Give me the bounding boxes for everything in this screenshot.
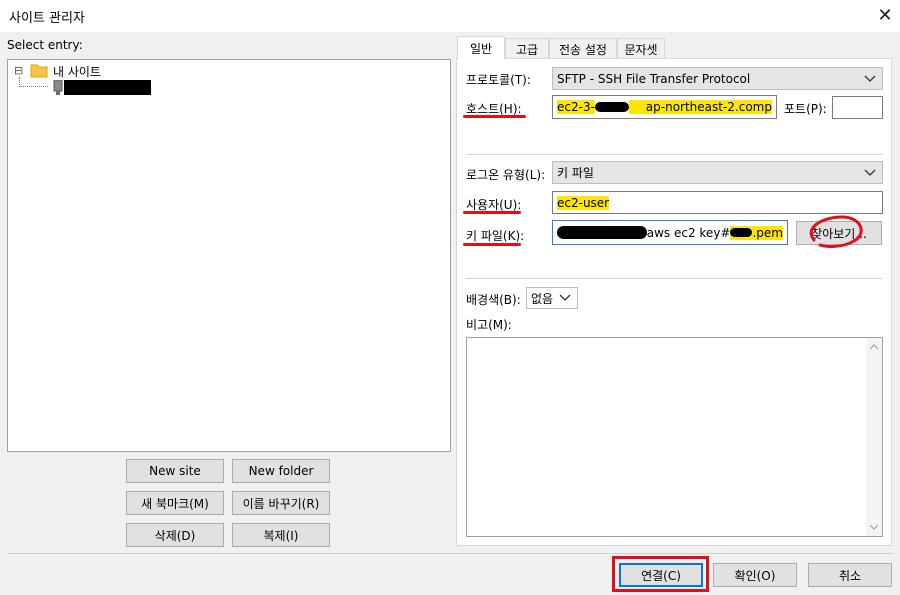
tab-general[interactable]: 일반 bbox=[457, 36, 505, 60]
new-site-button[interactable]: New site bbox=[126, 459, 224, 483]
keyfile-redacted-name bbox=[730, 228, 753, 237]
keyfile-highlight: .pem bbox=[730, 225, 783, 240]
user-input[interactable]: ec2-user bbox=[552, 191, 883, 214]
host-value-suffix: ap-northeast-2.comp bbox=[645, 100, 772, 114]
chevron-down-icon bbox=[559, 294, 571, 301]
annotation-underline bbox=[463, 211, 521, 214]
annotation-underline bbox=[463, 115, 526, 118]
logon-type-value: 키 파일 bbox=[557, 166, 594, 180]
footer-separator bbox=[7, 553, 893, 554]
cancel-button[interactable]: 취소 bbox=[808, 563, 892, 587]
tab-charset[interactable]: 문자셋 bbox=[617, 38, 665, 59]
tree-line bbox=[20, 86, 48, 87]
port-input[interactable] bbox=[832, 96, 883, 119]
collapse-icon[interactable]: ⊟ bbox=[14, 64, 23, 77]
comments-label: 비고(M): bbox=[466, 318, 512, 332]
tab-advanced[interactable]: 고급 bbox=[505, 38, 549, 59]
server-icon bbox=[53, 80, 63, 95]
host-redacted bbox=[594, 102, 629, 112]
title-bar bbox=[0, 0, 900, 32]
tab-transfer-settings[interactable]: 전송 설정 bbox=[549, 38, 617, 59]
keyfile-input[interactable]: aws ec2 key# .pem bbox=[552, 220, 788, 245]
close-icon[interactable]: ✕ bbox=[872, 3, 898, 29]
separator bbox=[466, 278, 882, 279]
new-folder-button[interactable]: New folder bbox=[232, 459, 330, 483]
comments-textarea[interactable] bbox=[466, 337, 883, 537]
annotation-circle bbox=[809, 215, 863, 248]
delete-button[interactable]: 삭제(D) bbox=[126, 523, 224, 547]
bgcolor-value: 없음 bbox=[531, 291, 554, 306]
bgcolor-select[interactable]: 없음 bbox=[526, 287, 578, 309]
keyfile-value-ext: .pem bbox=[752, 225, 783, 240]
host-input[interactable]: ec2-3- ap-northeast-2.comp bbox=[552, 95, 777, 119]
keyfile-label: 키 파일(K): bbox=[466, 229, 525, 243]
protocol-label: 프로토콜(T): bbox=[466, 73, 531, 87]
tree-site-redacted[interactable] bbox=[64, 80, 151, 95]
scroll-up-icon[interactable] bbox=[870, 344, 878, 350]
keyfile-redacted-path bbox=[557, 226, 647, 239]
scrollbar[interactable] bbox=[866, 338, 882, 536]
folder-icon bbox=[30, 64, 48, 78]
port-label: 포트(P): bbox=[784, 102, 827, 116]
tree-folder-my-sites[interactable]: 내 사이트 bbox=[53, 63, 101, 80]
annotation-underline bbox=[463, 243, 521, 246]
separator bbox=[466, 154, 882, 155]
select-entry-label: Select entry: bbox=[7, 38, 83, 52]
ok-button[interactable]: 확인(O) bbox=[713, 563, 797, 587]
protocol-select[interactable]: SFTP - SSH File Transfer Protocol bbox=[552, 67, 883, 90]
bgcolor-label: 배경색(B): bbox=[466, 293, 521, 307]
logon-type-select[interactable]: 키 파일 bbox=[552, 161, 883, 184]
new-bookmark-button[interactable]: 새 북마크(M) bbox=[126, 491, 224, 515]
annotation-box bbox=[612, 556, 709, 592]
site-tree[interactable]: ⊟ 내 사이트 bbox=[7, 59, 451, 452]
protocol-value: SFTP - SSH File Transfer Protocol bbox=[557, 71, 751, 86]
duplicate-button[interactable]: 복제(I) bbox=[232, 523, 330, 547]
host-value-prefix: ec2-3- bbox=[557, 100, 595, 114]
keyfile-value-mid: aws ec2 key# bbox=[646, 225, 731, 240]
chevron-down-icon bbox=[864, 169, 876, 176]
window-title: 사이트 관리자 bbox=[9, 11, 85, 26]
rename-button[interactable]: 이름 바꾸기(R) bbox=[232, 491, 330, 515]
chevron-down-icon bbox=[864, 75, 876, 82]
user-value: ec2-user bbox=[557, 195, 610, 210]
logon-type-label: 로그온 유형(L): bbox=[466, 168, 546, 182]
scroll-down-icon[interactable] bbox=[870, 524, 878, 530]
host-highlight bbox=[628, 100, 646, 114]
